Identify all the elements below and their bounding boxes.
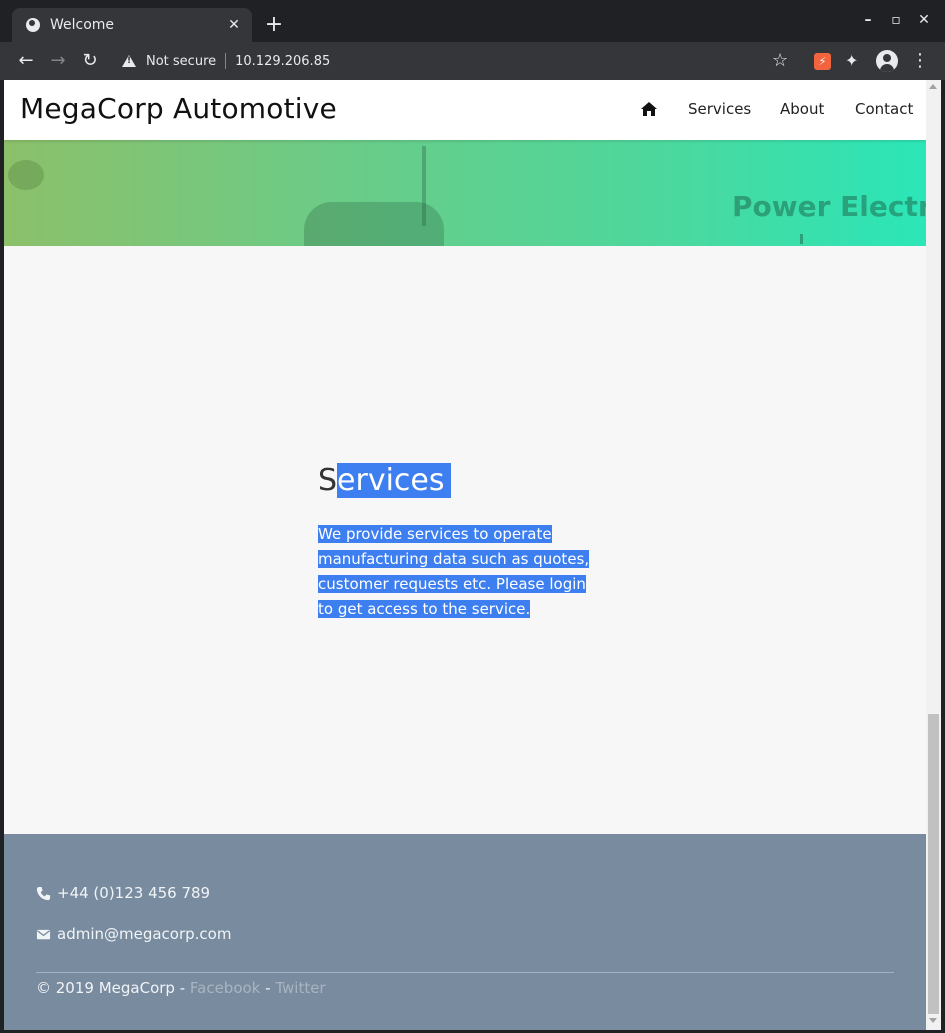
footer-divider bbox=[36, 972, 894, 973]
profile-avatar-icon[interactable] bbox=[876, 50, 898, 72]
warning-icon[interactable] bbox=[122, 55, 136, 67]
services-description-text: We provide services to operate manufactu… bbox=[318, 525, 590, 618]
page-viewport: MegaCorp Automotive Services About Conta… bbox=[4, 80, 926, 1030]
nav-link-contact[interactable]: Contact bbox=[855, 100, 913, 118]
site-brand[interactable]: MegaCorp Automotive bbox=[20, 92, 337, 125]
scroll-up-arrow-icon[interactable] bbox=[929, 84, 937, 89]
minimize-button[interactable]: – bbox=[858, 12, 878, 28]
footer-phone: +44 (0)123 456 789 bbox=[36, 884, 210, 902]
window-close-button[interactable]: ✕ bbox=[914, 12, 934, 28]
services-heading: Services bbox=[318, 460, 598, 502]
site-footer: +44 (0)123 456 789 admin@megacorp.com © … bbox=[4, 834, 926, 1030]
browser-menu-icon[interactable]: ⋮ bbox=[910, 50, 930, 72]
tab-strip: Welcome ✕ + – ▫ ✕ bbox=[0, 0, 945, 42]
nav-link-services[interactable]: Services bbox=[688, 100, 751, 118]
footer-copyright: © 2019 MegaCorp - Facebook - Twitter bbox=[36, 979, 326, 997]
scrollbar-thumb[interactable] bbox=[928, 714, 939, 1014]
new-tab-button[interactable]: + bbox=[262, 12, 286, 38]
scroll-down-arrow-icon[interactable] bbox=[929, 1018, 937, 1023]
address-bar[interactable]: Not secure 10.129.206.85 bbox=[112, 46, 812, 76]
globe-icon bbox=[26, 18, 40, 32]
forward-button[interactable]: → bbox=[46, 49, 70, 73]
envelope-icon bbox=[36, 929, 51, 939]
facebook-link[interactable]: Facebook bbox=[190, 979, 260, 997]
reload-button[interactable]: ↻ bbox=[78, 49, 102, 73]
footer-phone-text: +44 (0)123 456 789 bbox=[57, 884, 211, 902]
footer-separator: - bbox=[260, 979, 276, 997]
extension-icon[interactable]: ⚡ bbox=[814, 53, 831, 70]
browser-toolbar: ← → ↻ Not secure 10.129.206.85 ☆ ⚡ ✦ ⋮ bbox=[0, 42, 945, 80]
twitter-link[interactable]: Twitter bbox=[275, 979, 325, 997]
url-text[interactable]: 10.129.206.85 bbox=[235, 54, 330, 69]
bookmark-star-icon[interactable]: ☆ bbox=[772, 50, 788, 72]
footer-email: admin@megacorp.com bbox=[36, 925, 231, 943]
hero-banner: Power Electron bbox=[4, 140, 926, 246]
back-button[interactable]: ← bbox=[14, 49, 38, 73]
nav-link-about[interactable]: About bbox=[780, 100, 824, 118]
hero-decoration bbox=[800, 234, 803, 244]
extensions-puzzle-icon[interactable]: ✦ bbox=[845, 51, 858, 71]
services-heading-first: S bbox=[318, 463, 338, 498]
services-heading-selected: ervices bbox=[337, 463, 451, 498]
services-description: We provide services to operate manufactu… bbox=[318, 522, 598, 622]
footer-email-text[interactable]: admin@megacorp.com bbox=[57, 925, 231, 943]
hero-decoration bbox=[304, 202, 444, 246]
omnibox-divider bbox=[225, 53, 227, 69]
phone-icon bbox=[36, 886, 51, 900]
maximize-button[interactable]: ▫ bbox=[886, 12, 906, 28]
hero-caption: Power Electron bbox=[732, 190, 926, 223]
browser-tab[interactable]: Welcome ✕ bbox=[12, 8, 252, 42]
security-label[interactable]: Not secure bbox=[146, 54, 216, 69]
page-scrollbar[interactable] bbox=[926, 80, 941, 1030]
browser-chrome: Welcome ✕ + – ▫ ✕ ← → ↻ Not secure 10.12… bbox=[0, 0, 945, 80]
services-section: Services We provide services to operate … bbox=[318, 460, 598, 622]
copyright-text: © 2019 MegaCorp - bbox=[36, 979, 190, 997]
hero-decoration bbox=[8, 160, 44, 190]
tab-title: Welcome bbox=[50, 17, 115, 33]
home-icon[interactable] bbox=[640, 100, 658, 118]
tab-close-icon[interactable]: ✕ bbox=[226, 17, 242, 33]
site-navbar: MegaCorp Automotive Services About Conta… bbox=[4, 80, 926, 140]
